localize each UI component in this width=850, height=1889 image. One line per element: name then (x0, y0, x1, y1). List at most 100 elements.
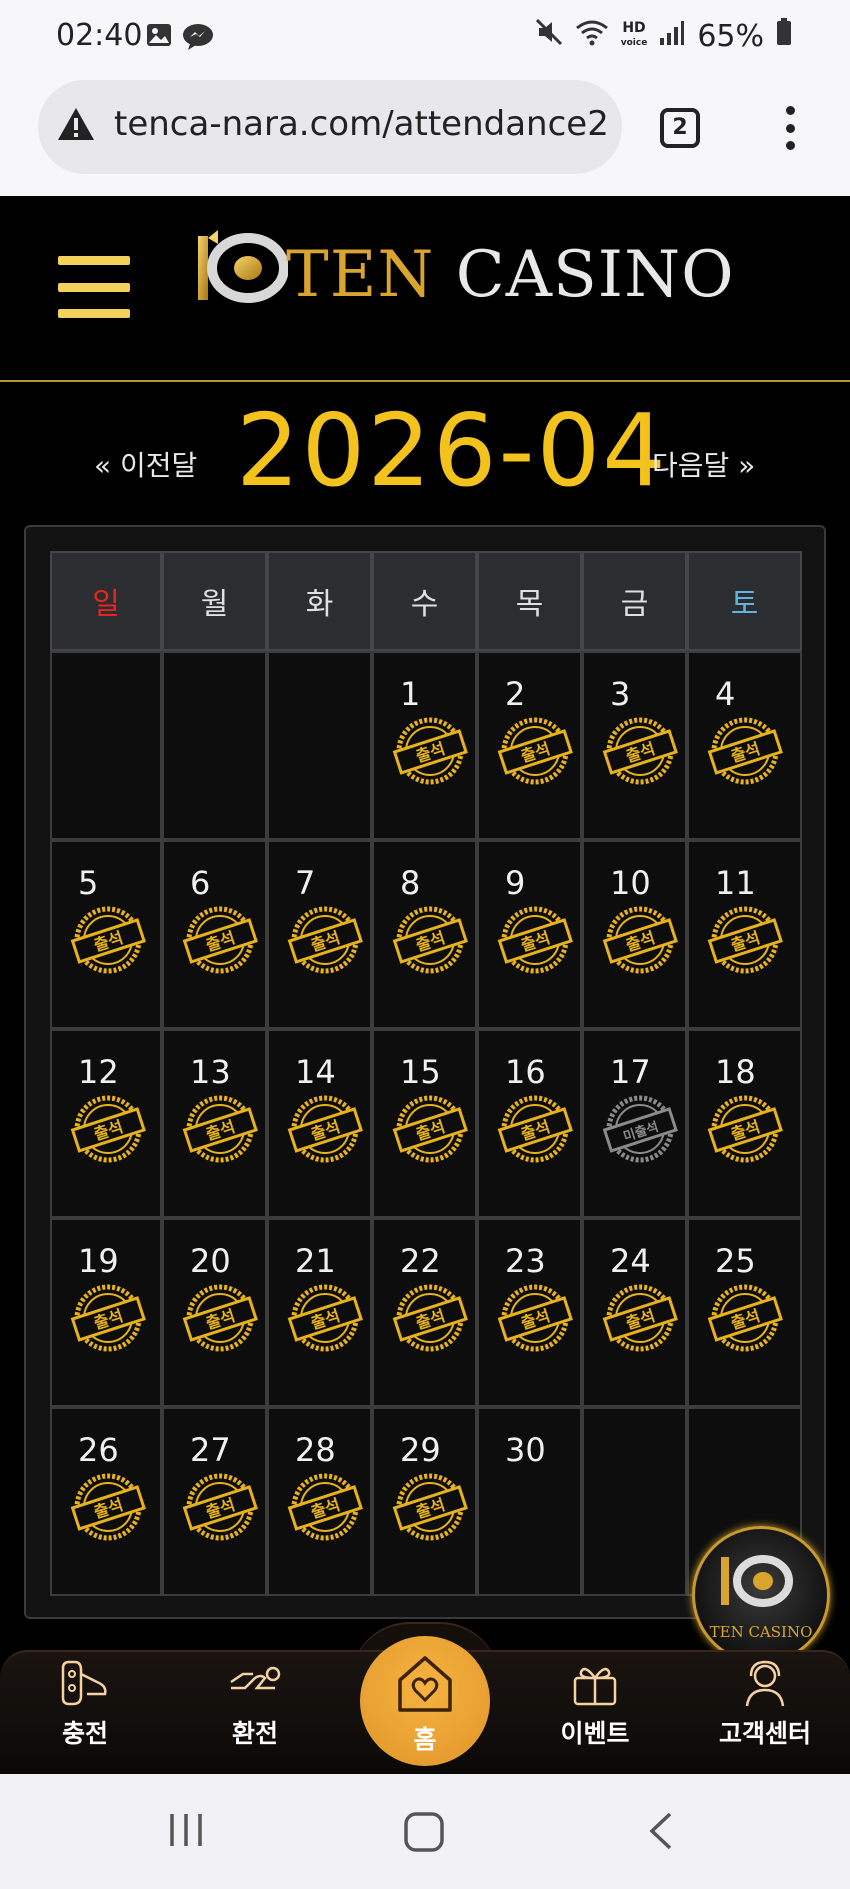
calendar-day-20[interactable]: 20 출석 (162, 1218, 267, 1407)
url-text[interactable]: tenca-nara.com/attendance2 (114, 104, 609, 144)
nav-withdraw[interactable]: 환전 (190, 1658, 320, 1750)
weekday-2: 화 (267, 551, 372, 651)
battery-percent: 65% (697, 18, 764, 54)
tabs-icon[interactable]: 2 (660, 108, 700, 148)
calendar-week: 26 출석 27 출석 28 출석 29 출석 30 (50, 1407, 802, 1596)
calendar-day-10[interactable]: 10 출석 (582, 840, 687, 1029)
calendar-day-6[interactable]: 6 출석 (162, 840, 267, 1029)
nav-event[interactable]: 이벤트 (530, 1658, 660, 1750)
day-number: 5 (78, 864, 99, 902)
floating-logo-text: TEN CASINO (709, 1623, 813, 1641)
calendar-day-19[interactable]: 19 출석 (50, 1218, 162, 1407)
calendar-day-14[interactable]: 14 출석 (267, 1029, 372, 1218)
calendar-day-16[interactable]: 16 출석 (477, 1029, 582, 1218)
prev-month-link[interactable]: « 이전달 (94, 444, 197, 484)
back-icon[interactable] (646, 1810, 676, 1856)
deposit-hand-icon (61, 1660, 107, 1706)
day-number: 4 (715, 675, 736, 713)
calendar-day-28[interactable]: 28 출석 (267, 1407, 372, 1596)
month-title: 2026-04 (236, 392, 668, 509)
day-number: 24 (610, 1242, 651, 1280)
calendar-empty-cell (50, 651, 162, 840)
nav-home[interactable]: 홈 (360, 1636, 490, 1766)
day-number: 23 (505, 1242, 546, 1280)
logo-ten: TEN (286, 238, 435, 312)
calendar-day-23[interactable]: 23 출석 (477, 1218, 582, 1407)
calendar-day-27[interactable]: 27 출석 (162, 1407, 267, 1596)
day-number: 25 (715, 1242, 756, 1280)
calendar-day-18[interactable]: 18 출석 (687, 1029, 802, 1218)
calendar-day-7[interactable]: 7 출석 (267, 840, 372, 1029)
nav-deposit[interactable]: 충전 (20, 1658, 150, 1750)
calendar-day-12[interactable]: 12 출석 (50, 1029, 162, 1218)
next-month-link[interactable]: 다음달 » (652, 444, 755, 484)
calendar-day-11[interactable]: 11 출석 (687, 840, 802, 1029)
hamburger-menu-icon[interactable] (58, 256, 130, 318)
battery-icon (776, 18, 792, 54)
image-icon (146, 22, 172, 54)
nav-support[interactable]: 고객센터 (700, 1658, 830, 1750)
attendance-stamp: 출석 (392, 1284, 468, 1352)
nav-support-label: 고객센터 (718, 1719, 811, 1748)
day-number: 17 (610, 1053, 651, 1091)
site-logo[interactable]: TEN CASINO (196, 226, 734, 316)
hd-voice-label: HD (622, 20, 646, 36)
calendar-day-21[interactable]: 21 출석 (267, 1218, 372, 1407)
attendance-stamp: 출석 (497, 1284, 573, 1352)
calendar-day-15[interactable]: 15 출석 (372, 1029, 477, 1218)
not-secure-warning-icon[interactable] (56, 106, 96, 146)
calendar-day-13[interactable]: 13 출석 (162, 1029, 267, 1218)
calendar-day-25[interactable]: 25 출석 (687, 1218, 802, 1407)
calendar-day-1[interactable]: 1 출석 (372, 651, 477, 840)
day-number: 13 (190, 1053, 231, 1091)
attendance-stamp: 출석 (70, 1095, 146, 1163)
attendance-stamp: 출석 (182, 1284, 258, 1352)
day-number: 6 (190, 864, 211, 902)
calendar-week: 12 출석 13 출석 14 출석 15 출석 16 출석 17 미출석 18 출석 (50, 1029, 802, 1218)
calendar-day-8[interactable]: 8 출석 (372, 840, 477, 1029)
calendar-day-26[interactable]: 26 출석 (50, 1407, 162, 1596)
home-icon[interactable] (402, 1810, 446, 1858)
attendance-stamp: 출석 (497, 1095, 573, 1163)
attendance-stamp: 출석 (287, 1284, 363, 1352)
calendar-day-22[interactable]: 22 출석 (372, 1218, 477, 1407)
attendance-stamp: 출석 (182, 1095, 258, 1163)
day-number: 11 (715, 864, 756, 902)
attendance-stamp: 출석 (707, 1095, 783, 1163)
calendar-week: 5 출석 6 출석 7 출석 8 출석 9 출석 10 출석 11 출석 (50, 840, 802, 1029)
calendar-day-3[interactable]: 3 출석 (582, 651, 687, 840)
home-heart-icon (398, 1656, 452, 1712)
floating-logo-button[interactable]: TEN CASINO (692, 1526, 830, 1664)
weekday-1: 월 (162, 551, 267, 651)
nav-event-label: 이벤트 (560, 1719, 630, 1748)
signal-icon (659, 19, 685, 54)
day-number: 28 (295, 1431, 336, 1469)
calendar-day-5[interactable]: 5 출석 (50, 840, 162, 1029)
address-bar[interactable]: tenca-nara.com/attendance2 (38, 80, 622, 174)
attendance-stamp: 출석 (707, 906, 783, 974)
attendance-stamp: 출석 (70, 1473, 146, 1541)
calendar-day-17[interactable]: 17 미출석 (582, 1029, 687, 1218)
calendar-day-30[interactable]: 30 (477, 1407, 582, 1596)
attendance-stamp: 출석 (497, 717, 573, 785)
attendance-stamp: 출석 (392, 906, 468, 974)
calendar-week: 1 출석 2 출석 3 출석 4 출석 (50, 651, 802, 840)
calendar-day-2[interactable]: 2 출석 (477, 651, 582, 840)
calendar-week: 19 출석 20 출석 21 출석 22 출석 23 출석 24 출석 25 출석 (50, 1218, 802, 1407)
weekday-5: 금 (582, 551, 687, 651)
day-number: 1 (400, 675, 421, 713)
day-number: 14 (295, 1053, 336, 1091)
weekday-6: 토 (687, 551, 802, 651)
nav-deposit-label: 충전 (61, 1719, 108, 1748)
calendar-day-4[interactable]: 4 출석 (687, 651, 802, 840)
calendar-day-9[interactable]: 9 출석 (477, 840, 582, 1029)
recent-apps-icon[interactable] (164, 1810, 208, 1854)
calendar-day-29[interactable]: 29 출석 (372, 1407, 477, 1596)
weekday-4: 목 (477, 551, 582, 651)
day-number: 20 (190, 1242, 231, 1280)
day-number: 22 (400, 1242, 441, 1280)
day-number: 8 (400, 864, 421, 902)
weekday-0: 일 (50, 551, 162, 651)
more-menu-icon[interactable] (784, 106, 796, 150)
calendar-day-24[interactable]: 24 출석 (582, 1218, 687, 1407)
